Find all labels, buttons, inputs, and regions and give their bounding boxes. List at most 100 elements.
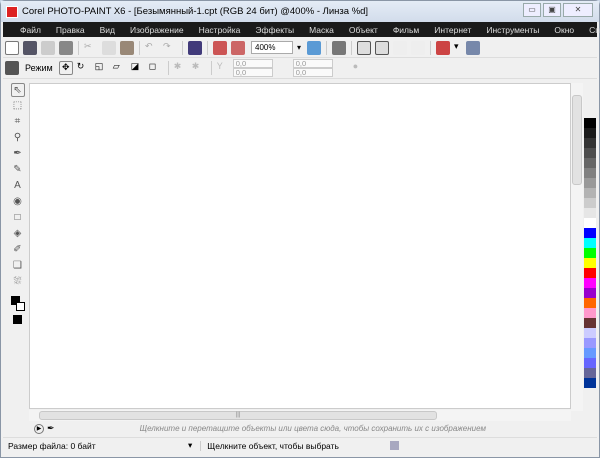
menu-item[interactable]: Объект [349, 25, 378, 35]
color-swatch[interactable] [584, 128, 596, 138]
menu-item[interactable]: Эффекты [255, 25, 294, 35]
eraser-tool-icon[interactable]: ✎ [11, 163, 25, 177]
screen-mode-icon[interactable] [436, 40, 450, 55]
color-swatch[interactable] [584, 298, 596, 308]
menu-item[interactable]: Фильм [393, 25, 419, 35]
minimize-button[interactable]: ▭ [523, 3, 541, 17]
distort-mode-icon[interactable]: ◪ [131, 61, 145, 75]
maximize-button[interactable]: ▣ [543, 3, 561, 17]
color-swatch[interactable] [584, 258, 596, 268]
color-swatch[interactable] [584, 288, 596, 298]
zoom-tool-icon[interactable]: ⚲ [11, 131, 25, 145]
color-proof-icon[interactable] [390, 441, 400, 450]
color-swatch[interactable] [584, 278, 596, 288]
flip-v-icon[interactable]: ✱ [192, 61, 206, 75]
grid-icon[interactable] [411, 40, 425, 55]
color-swatch[interactable] [584, 238, 596, 248]
color-swatch[interactable] [584, 378, 596, 388]
color-swatch[interactable] [584, 208, 596, 218]
color-swatch[interactable] [584, 218, 596, 228]
color-swatch[interactable] [584, 318, 596, 328]
brush-tool-icon[interactable]: ✐ [11, 243, 25, 257]
mask-overlay-icon[interactable] [393, 40, 407, 55]
menu-item[interactable]: Справка [589, 25, 600, 35]
vertical-scrollbar[interactable] [571, 83, 583, 411]
eyedropper-icon[interactable]: ✒ [47, 423, 55, 434]
new-icon[interactable] [5, 40, 19, 55]
menu-item[interactable]: Интернет [434, 25, 471, 35]
fill-tool-icon[interactable]: ◈ [11, 227, 25, 241]
launch-icon[interactable] [188, 40, 202, 55]
color-swatch[interactable] [584, 228, 596, 238]
close-button[interactable]: ✕ [563, 3, 593, 17]
eyedropper-tool-icon[interactable]: ✒ [11, 147, 25, 161]
height-field[interactable]: 0,0 [292, 68, 333, 77]
object-tool-icon[interactable]: ⛆ [11, 275, 25, 289]
fill-outline-colors[interactable] [10, 296, 25, 312]
color-swatch[interactable] [584, 368, 596, 378]
color-swatch[interactable] [584, 138, 596, 148]
mask-tool-icon[interactable]: ⬚ [11, 99, 25, 113]
color-swatch[interactable] [584, 168, 596, 178]
skew-mode-icon[interactable]: ▱ [113, 61, 127, 75]
menu-item[interactable]: Инструменты [486, 25, 539, 35]
menu-item[interactable]: Файл [20, 25, 41, 35]
show-object-marquee-icon[interactable] [357, 40, 371, 55]
crop-tool-icon[interactable]: ⌗ [11, 115, 25, 129]
print-icon[interactable] [59, 40, 73, 55]
width-field[interactable]: 0,0 [292, 59, 333, 68]
color-swatch[interactable] [584, 328, 596, 338]
color-swatch[interactable] [584, 178, 596, 188]
color-swatch[interactable] [584, 188, 596, 198]
color-swatch[interactable] [584, 308, 596, 318]
anchor-icon[interactable]: Y [217, 61, 231, 75]
shape-tool-icon[interactable]: □ [11, 211, 25, 225]
play-icon[interactable]: ▶ [34, 423, 44, 434]
color-swatch[interactable] [584, 268, 596, 278]
background-color[interactable] [13, 315, 22, 324]
effect-tool-icon[interactable]: ❑ [11, 259, 25, 273]
menu-item[interactable]: Окно [554, 25, 574, 35]
color-swatch[interactable] [584, 338, 596, 348]
position-y-field[interactable]: 0,0 [232, 68, 273, 77]
perspective-mode-icon[interactable]: ◻ [149, 61, 163, 75]
color-swatch[interactable] [584, 358, 596, 368]
color-swatch[interactable] [584, 198, 596, 208]
color-swatch[interactable] [584, 118, 596, 128]
pick-tool-icon[interactable]: ⇖ [10, 83, 25, 97]
menu-item[interactable]: Изображение [130, 25, 184, 35]
undo-icon[interactable]: ↶ [145, 41, 159, 55]
open-icon[interactable] [23, 40, 37, 55]
dropdown-arrow-icon[interactable]: ▾ [454, 41, 462, 55]
menu-item[interactable]: Правка [56, 25, 85, 35]
redo-icon[interactable]: ↷ [163, 41, 177, 55]
position-x-field[interactable]: 0,0 [232, 59, 273, 68]
cut-icon[interactable]: ✂ [84, 41, 98, 55]
color-swatch[interactable] [584, 148, 596, 158]
zoom-fit-icon[interactable] [307, 40, 321, 55]
image-canvas[interactable] [29, 83, 571, 409]
import-icon[interactable] [213, 40, 227, 55]
save-icon[interactable] [41, 40, 55, 55]
horizontal-scrollbar[interactable]: ||| [29, 410, 571, 421]
color-swatch[interactable] [584, 248, 596, 258]
status-dropdown-icon[interactable]: ▾ [188, 440, 192, 451]
move-mode-icon[interactable]: ✥ [58, 61, 73, 75]
menu-item[interactable]: Маска [309, 25, 334, 35]
apply-icon[interactable]: ● [353, 61, 367, 75]
rotate-mode-icon[interactable]: ↻ [77, 61, 91, 75]
flip-h-icon[interactable]: ✱ [174, 61, 188, 75]
red-eye-tool-icon[interactable]: ◉ [11, 195, 25, 209]
paste-icon[interactable] [120, 40, 134, 55]
scale-mode-icon[interactable]: ◱ [95, 61, 109, 75]
show-mask-marquee-icon[interactable] [375, 40, 389, 55]
object-picker-icon[interactable] [332, 40, 346, 55]
color-swatch[interactable] [584, 348, 596, 358]
color-swatch[interactable] [584, 158, 596, 168]
zoom-level-select[interactable]: 400% [251, 41, 301, 54]
text-tool-icon[interactable]: A [11, 179, 25, 193]
options-icon[interactable] [466, 40, 480, 55]
menu-item[interactable]: Вид [100, 25, 115, 35]
menu-item[interactable]: Настройка [199, 25, 241, 35]
export-icon[interactable] [231, 40, 245, 55]
